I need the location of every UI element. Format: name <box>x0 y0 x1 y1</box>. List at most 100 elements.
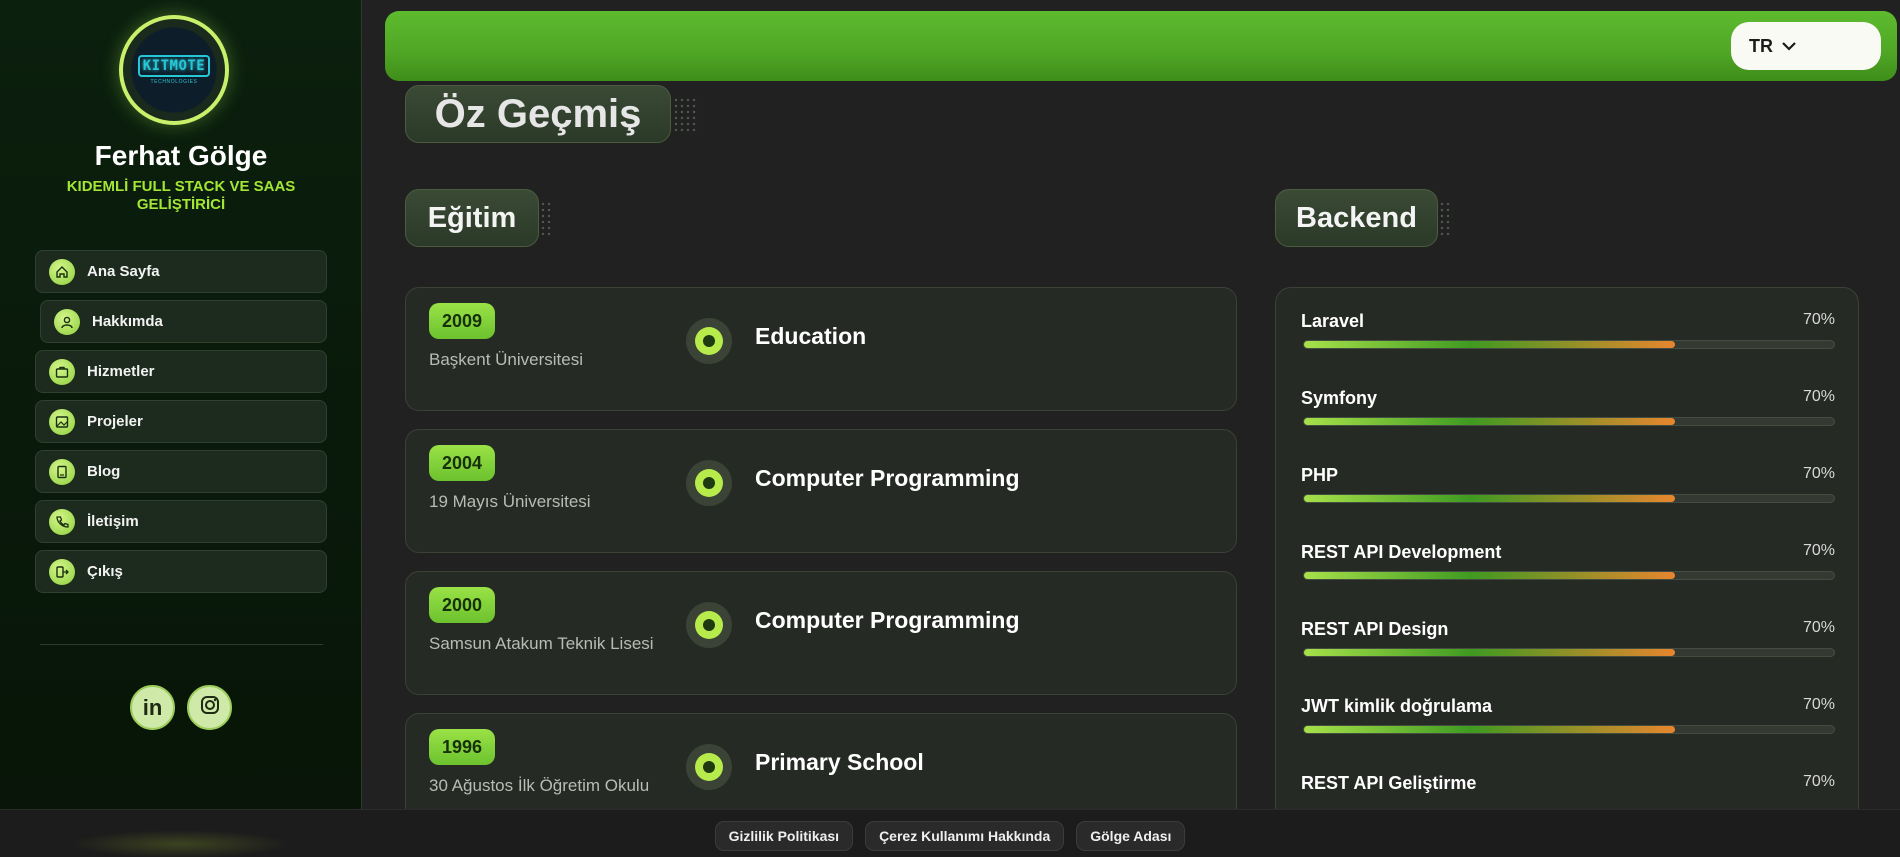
skill-progress-bar <box>1303 725 1835 734</box>
skill-percent: 70% <box>1802 388 1835 405</box>
timeline-marker-icon <box>686 318 732 364</box>
education-year: 2000 <box>429 587 496 623</box>
sidebar-item-ana-sayfa[interactable]: Ana Sayfa <box>35 250 327 293</box>
sidebar-item-blog[interactable]: Blog <box>35 450 327 493</box>
image-icon <box>49 408 75 435</box>
skill-row: PHP 70% <box>1301 465 1835 503</box>
skill-row: REST API Design 70% <box>1301 619 1835 657</box>
home-icon <box>49 258 75 285</box>
skill-progress-bar <box>1303 417 1835 426</box>
language-selector-value: TR <box>1749 35 1773 56</box>
top-header-bar: TR <box>385 11 1897 81</box>
education-degree: Computer Programming <box>755 465 1020 491</box>
skill-percent: 70% <box>1802 696 1835 713</box>
logo-subtext: TECHNOLOGIES <box>150 79 198 85</box>
decorative-dots <box>673 97 699 131</box>
user-icon <box>54 308 80 335</box>
skill-progress-fill <box>1304 341 1675 348</box>
sidebar-item-label: Projeler <box>87 413 143 430</box>
education-degree: Education <box>755 323 867 349</box>
skill-name: JWT kimlik doğrulama <box>1301 696 1493 716</box>
sidebar-item-iletisim[interactable]: İletişim <box>35 500 327 543</box>
skill-percent: 70% <box>1802 619 1835 636</box>
education-card: 2009 Başkent Üniversitesi Education <box>405 287 1237 411</box>
skill-name: REST API Development <box>1301 542 1502 562</box>
skill-row: REST API Geliştirme 70% <box>1301 773 1835 794</box>
sidebar-item-hizmetler[interactable]: Hizmetler <box>35 350 327 393</box>
skill-percent: 70% <box>1802 465 1835 482</box>
book-icon <box>49 458 75 485</box>
sidebar-item-label: Çıkış <box>87 563 123 580</box>
education-section-title: Eğitim <box>405 189 539 247</box>
logo-text: KITMOTE <box>137 55 211 77</box>
decorative-dots <box>540 201 554 235</box>
education-degree: Primary School <box>755 749 924 775</box>
skill-percent: 70% <box>1802 773 1835 790</box>
sidebar-divider <box>40 644 323 645</box>
education-year: 1996 <box>429 729 496 765</box>
education-school: 30 Ağustos İlk Öğretim Okulu <box>429 776 650 795</box>
education-title-text: Eğitim <box>427 201 517 234</box>
education-year: 2009 <box>429 303 496 339</box>
linkedin-button[interactable]: in <box>130 685 175 730</box>
skill-progress-fill <box>1304 418 1675 425</box>
timeline-marker-icon <box>686 602 732 648</box>
skill-name: REST API Geliştirme <box>1301 773 1477 793</box>
logout-icon <box>49 558 75 585</box>
sidebar: KITMOTE TECHNOLOGIES Ferhat Gölge KIDEML… <box>0 0 362 809</box>
backend-section-title: Backend <box>1275 189 1438 247</box>
education-school: Başkent Üniversitesi <box>429 350 584 369</box>
sidebar-item-label: Blog <box>87 463 121 480</box>
skill-progress-fill <box>1304 649 1675 656</box>
timeline-marker-icon <box>686 744 732 790</box>
instagram-button[interactable] <box>187 685 232 730</box>
skill-name: Symfony <box>1301 388 1378 408</box>
cookie-policy-link[interactable]: Çerez Kullanımı Hakkında <box>865 821 1065 851</box>
education-school: Samsun Atakum Teknik Lisesi <box>429 634 654 653</box>
privacy-policy-link[interactable]: Gizlilik Politikası <box>714 821 854 851</box>
skill-progress-fill <box>1304 495 1675 502</box>
sidebar-item-cikis[interactable]: Çıkış <box>35 550 327 593</box>
sidebar-item-projeler[interactable]: Projeler <box>35 400 327 443</box>
skill-row: Laravel 70% <box>1301 311 1835 349</box>
skill-row: REST API Development 70% <box>1301 542 1835 580</box>
instagram-icon <box>199 694 221 722</box>
skill-row: Symfony 70% <box>1301 388 1835 426</box>
backend-title-text: Backend <box>1296 201 1417 234</box>
profile-name: Ferhat Gölge <box>94 140 268 171</box>
skill-progress-fill <box>1304 572 1675 579</box>
skill-name: PHP <box>1301 465 1339 485</box>
skill-progress-bar <box>1303 494 1835 503</box>
skill-percent: 70% <box>1802 311 1835 328</box>
chevron-down-icon <box>1782 42 1796 51</box>
sidebar-item-hakkimda[interactable]: Hakkımda <box>40 300 327 343</box>
skill-percent: 70% <box>1802 542 1835 559</box>
skill-progress-bar <box>1303 571 1835 580</box>
sidebar-item-label: Ana Sayfa <box>87 263 160 280</box>
page-title: Öz Geçmiş <box>405 85 671 143</box>
skill-progress-fill <box>1304 726 1675 733</box>
education-school: 19 Mayıs Üniversitesi <box>429 492 591 511</box>
decorative-dots <box>1439 201 1453 235</box>
footer-links: Gizlilik Politikası Çerez Kullanımı Hakk… <box>0 821 1900 851</box>
skill-name: Laravel <box>1301 311 1365 331</box>
golge-adasi-link[interactable]: Gölge Adası <box>1076 821 1186 851</box>
education-degree: Computer Programming <box>755 607 1020 633</box>
sidebar-item-label: Hakkımda <box>92 313 163 330</box>
logo[interactable]: KITMOTE TECHNOLOGIES <box>119 15 229 125</box>
education-card: 2004 19 Mayıs Üniversitesi Computer Prog… <box>405 429 1237 553</box>
skill-name: REST API Design <box>1301 619 1449 639</box>
skills-panel: Laravel 70% Symfony 70% PHP 70% REST API… <box>1275 287 1859 827</box>
skill-progress-bar <box>1303 648 1835 657</box>
briefcase-icon <box>49 358 75 385</box>
education-card: 2000 Samsun Atakum Teknik Lisesi Compute… <box>405 571 1237 695</box>
language-selector[interactable]: TR <box>1731 22 1881 70</box>
timeline-marker-icon <box>686 460 732 506</box>
sidebar-item-label: İletişim <box>87 513 139 530</box>
sidebar-item-label: Hizmetler <box>87 363 155 380</box>
linkedin-icon: in <box>142 694 163 720</box>
education-year: 2004 <box>429 445 496 481</box>
page-title-text: Öz Geçmiş <box>434 91 642 136</box>
sidebar-nav: Ana Sayfa Hakkımda Hizmetler Projeler Bl… <box>35 250 327 600</box>
phone-icon <box>49 508 75 535</box>
